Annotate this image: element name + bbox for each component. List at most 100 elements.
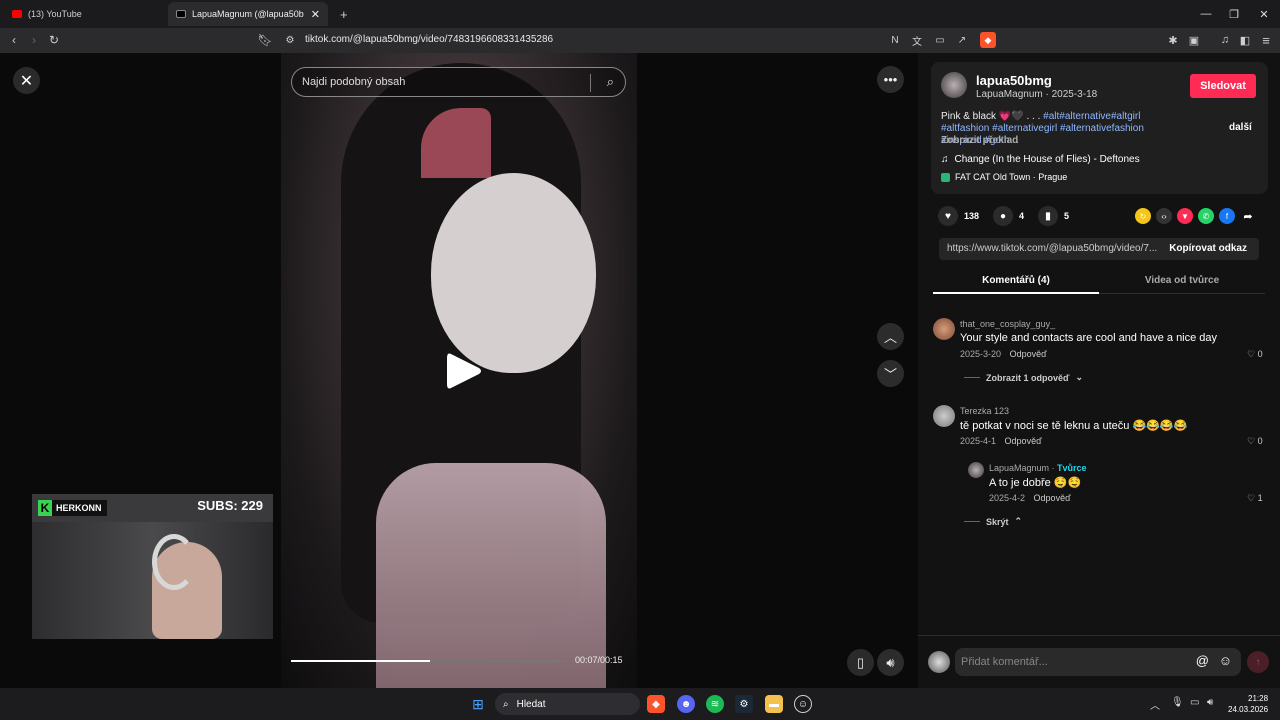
avatar[interactable] [941, 72, 967, 98]
music-link[interactable]: ♫ Change (In the House of Flies) - Defto… [941, 154, 1140, 165]
speaker-icon[interactable]: 🔊︎ [1207, 697, 1213, 708]
reply-button[interactable]: Odpověď [1005, 436, 1042, 446]
volume-button[interactable]: 🔊︎ [877, 649, 904, 676]
start-icon[interactable]: ⊞ [469, 695, 487, 713]
site-info-icon[interactable]: ⚙ [282, 32, 298, 48]
steam-icon[interactable]: ⚙ [735, 695, 753, 713]
whatsapp-icon[interactable]: ✆ [1198, 208, 1214, 224]
post-comment-button[interactable]: ↑ [1247, 651, 1269, 673]
repost-icon[interactable]: ↻ [1135, 208, 1151, 224]
file-explorer-icon[interactable]: ▬ [765, 695, 783, 713]
reply-like[interactable]: ♡ 1 [1247, 493, 1263, 504]
translate-link[interactable]: Zobrazit překlad [941, 135, 1018, 146]
mention-icon[interactable]: @ [1196, 653, 1209, 668]
cast-icon[interactable]: ▭ [932, 32, 948, 48]
address-bar[interactable]: tiktok.com/@lapua50bmg/video/74831966083… [305, 34, 553, 45]
embed-icon[interactable]: ‹› [1156, 208, 1172, 224]
comment-icon[interactable]: ● [993, 206, 1014, 226]
brave-icon[interactable]: ◆ [647, 695, 665, 713]
system-clock[interactable]: 21:28 24.03.2026 [1228, 693, 1268, 715]
forward-icon[interactable]: › [26, 32, 42, 48]
translate-icon[interactable]: 文 [909, 32, 925, 48]
close-tab-icon[interactable]: ✕ [311, 8, 320, 21]
avatar[interactable] [968, 462, 984, 478]
comment-author[interactable]: that_one_cosplay_guy_ [960, 319, 1055, 329]
mini-player-button[interactable]: ▯ [847, 649, 874, 676]
reply-button[interactable]: Odpověď [1034, 493, 1071, 503]
menu-icon[interactable]: ≡ [1258, 32, 1274, 48]
heart-icon[interactable]: ♥ [938, 206, 958, 226]
close-window-button[interactable]: ✕ [1244, 0, 1280, 28]
avatar [928, 651, 950, 673]
media-icon[interactable]: ♫ [1217, 32, 1233, 48]
more-options-button[interactable]: ••• [877, 66, 904, 93]
microphone-icon[interactable]: 🎙︎ [1171, 697, 1184, 708]
author-username[interactable]: lapua50bmg [976, 73, 1052, 88]
extensions-icon[interactable]: ✱ [1165, 32, 1181, 48]
chevron-up-icon: ⌃ [1014, 516, 1023, 526]
share-buttons: ↻ ‹› ▼ ✆ f ➦ [1135, 208, 1256, 224]
tray-chevron-icon[interactable]: ︿ [1150, 697, 1160, 712]
bookmark-icon[interactable]: 🔖︎ [257, 32, 273, 48]
tab-tiktok[interactable]: LapuaMagnum (@lapua50bmg) ✕ [168, 2, 328, 26]
avatar[interactable] [933, 318, 955, 340]
new-tab-button[interactable]: + [332, 2, 356, 26]
chevron-down-icon: ﹀ [883, 367, 897, 382]
tab-youtube[interactable]: (13) YouTube [4, 2, 164, 26]
reply-button[interactable]: Odpověď [1010, 349, 1047, 359]
bookmark-icon[interactable]: ▮ [1038, 206, 1059, 226]
reload-icon[interactable]: ↻ [46, 32, 62, 48]
play-icon[interactable] [443, 350, 483, 392]
comment-item: Terezka 123 tě potkat v noci se tě leknu… [933, 405, 1268, 450]
search-icon[interactable]: ⌕ [607, 74, 614, 90]
similar-search-input[interactable]: Najdi podobný obsah ⌕ [291, 67, 626, 97]
app-icon[interactable]: ☺ [794, 695, 812, 713]
progress-bar[interactable] [291, 660, 563, 662]
clock-date: 24.03.2026 [1228, 705, 1269, 714]
hide-replies-label: Skrýt [986, 516, 1009, 527]
close-video-button[interactable]: ✕ [13, 67, 40, 94]
show-replies-label: Zobrazit 1 odpověď [986, 372, 1070, 383]
taskbar-search[interactable]: ⌕ Hledat [495, 693, 640, 715]
share-icon[interactable]: ↗ [954, 32, 970, 48]
search-icon: ⌕ [503, 698, 509, 710]
comment-like[interactable]: ♡ 0 [1247, 436, 1263, 447]
follow-button[interactable]: Sledovat [1190, 74, 1256, 98]
comment-date: 2025-3-20 [960, 349, 1002, 359]
discord-icon[interactable]: ☻ [677, 695, 695, 713]
brave-shields-icon[interactable]: ◆ [980, 32, 996, 48]
facebook-icon[interactable]: f [1219, 208, 1235, 224]
sidebar-icon[interactable]: ◧ [1237, 32, 1253, 48]
share-arrow-icon[interactable]: ➦ [1240, 208, 1256, 224]
chevron-down-icon: ⌄ [1075, 372, 1084, 382]
reply-author[interactable]: LapuaMagnum · Tvůrce [989, 463, 1087, 473]
network-icon[interactable]: ▭ [1190, 697, 1199, 708]
more-link[interactable]: další [1229, 122, 1252, 133]
send-icon[interactable]: ▼ [1177, 208, 1193, 224]
hide-replies-button[interactable]: Skrýt ⌃ [964, 516, 1022, 527]
tab-creator-videos[interactable]: Videa od tvůrce [1099, 275, 1265, 286]
headset-image [152, 534, 196, 590]
video-frame-dress [376, 463, 606, 688]
wallet-icon[interactable]: ▣ [1186, 32, 1202, 48]
search-placeholder: Najdi podobný obsah [302, 76, 406, 88]
avatar[interactable] [933, 405, 955, 427]
tab-comments[interactable]: Komentářů (4) [933, 275, 1099, 286]
back-icon[interactable]: ‹ [6, 32, 22, 48]
comment-placeholder: Přidat komentář... [961, 656, 1048, 668]
copy-link-button[interactable]: Kopírovat odkaz [1169, 243, 1247, 254]
location-link[interactable]: FAT CAT Old Town · Prague [941, 172, 1067, 182]
browser-tab-bar: (13) YouTube LapuaMagnum (@lapua50bmg) ✕… [0, 0, 1280, 28]
reply-date: 2025-4-2 [989, 493, 1026, 503]
spotify-icon[interactable]: ≋ [706, 695, 724, 713]
reader-icon[interactable]: N [887, 32, 903, 48]
previous-video-button[interactable]: ︿ [877, 323, 904, 350]
show-replies-button[interactable]: Zobrazit 1 odpověď ⌄ [964, 372, 1083, 383]
arrow-up-icon: ↑ [1255, 656, 1261, 668]
emoji-icon[interactable]: ☺ [1219, 653, 1232, 668]
comment-like[interactable]: ♡ 0 [1247, 349, 1263, 360]
comment-author[interactable]: Terezka 123 [960, 406, 1009, 416]
comment-input[interactable]: Přidat komentář... @ ☺ [955, 648, 1241, 676]
panel-tabs: Komentářů (4) Videa od tvůrce [933, 269, 1265, 294]
next-video-button[interactable]: ﹀ [877, 360, 904, 387]
